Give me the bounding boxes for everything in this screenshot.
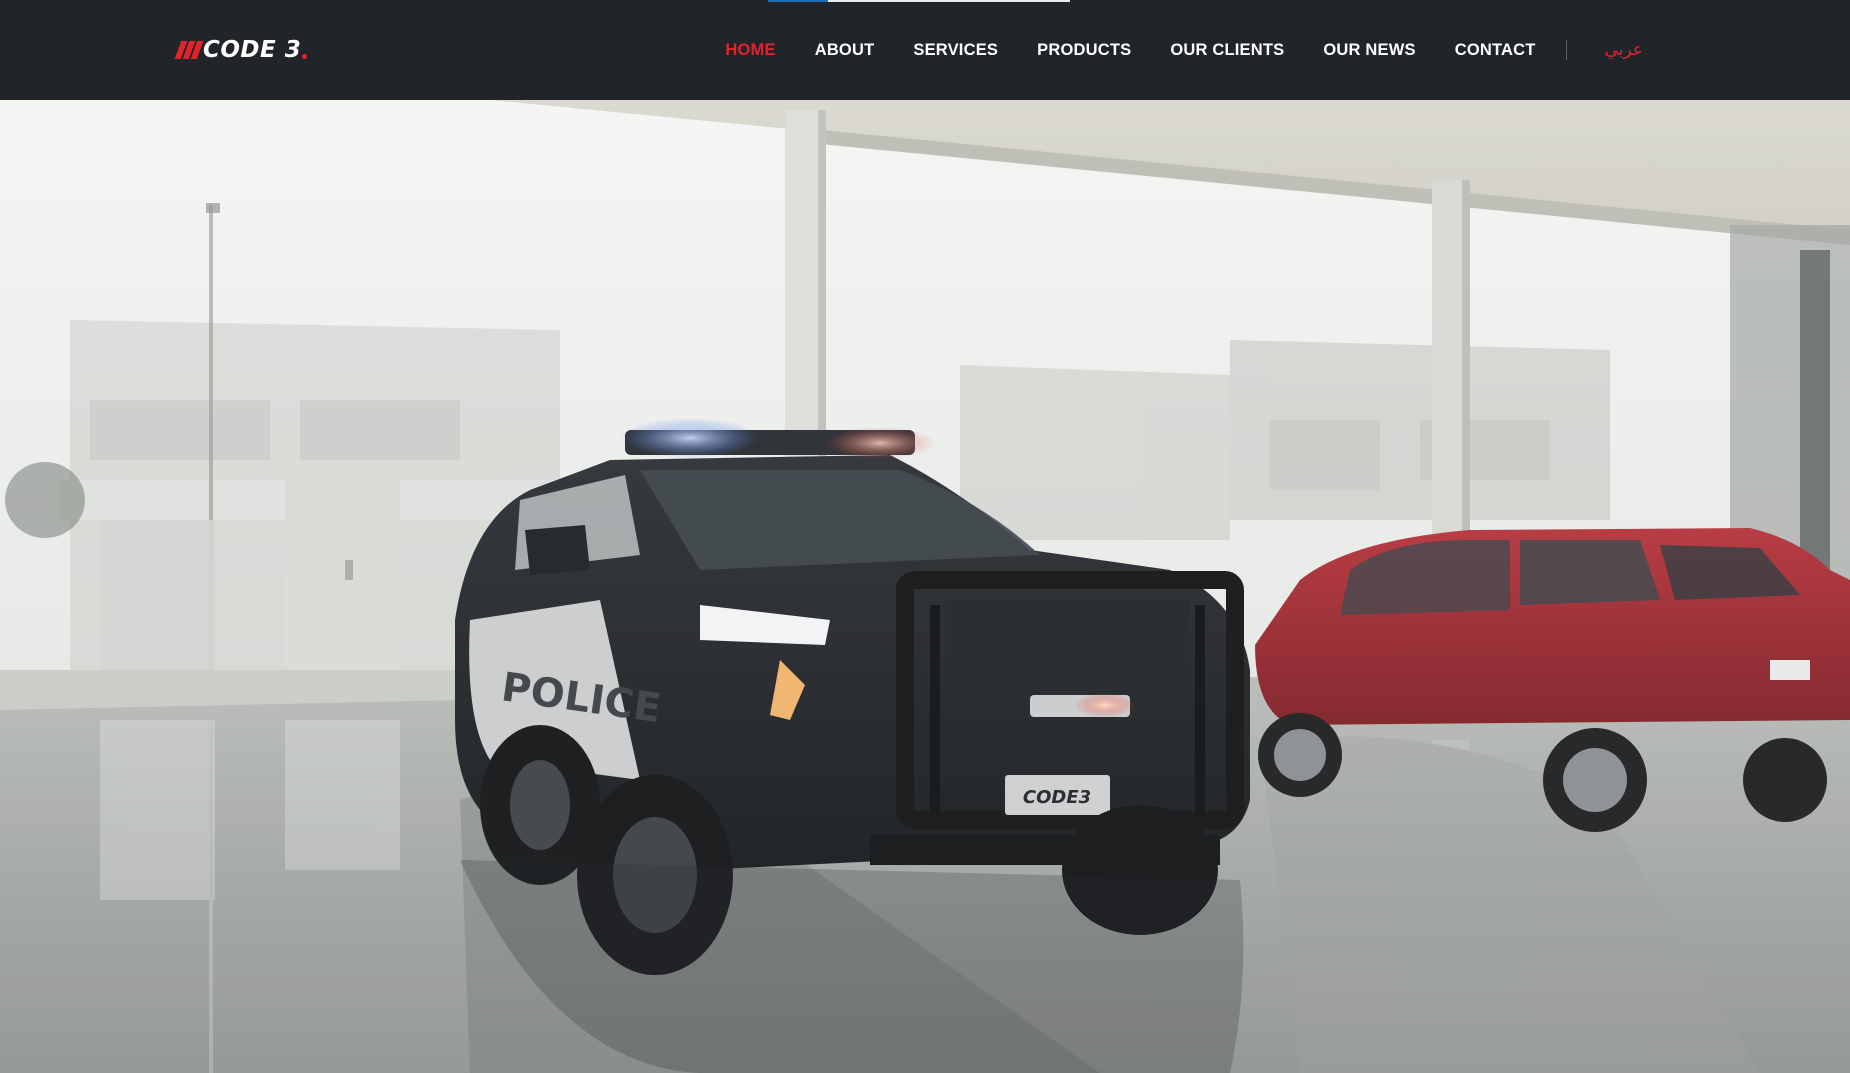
nav-item-about[interactable]: ABOUT [815,41,875,60]
logo-stripes-icon [174,41,204,59]
hero-video[interactable]: POLICE CODE3 [0,100,1850,1073]
page: CODE 3 HOME ABOUT SERVICES PRODUCTS OUR … [0,0,1850,1073]
logo-text: CODE 3 [203,37,302,63]
nav-item-contact[interactable]: CONTACT [1455,41,1536,60]
nav-item-our-clients[interactable]: OUR CLIENTS [1170,41,1284,60]
nav-item-products[interactable]: PRODUCTS [1037,41,1131,60]
logo[interactable]: CODE 3 [174,37,308,63]
main-nav: HOME ABOUT SERVICES PRODUCTS OUR CLIENTS… [725,0,1643,100]
logo-dot-icon [302,53,308,59]
page-progress-fill [768,0,829,2]
page-progress-bar [768,0,1070,2]
nav-item-our-news[interactable]: OUR NEWS [1323,41,1415,60]
language-switch-link[interactable]: عربي [1605,40,1643,60]
site-header: CODE 3 HOME ABOUT SERVICES PRODUCTS OUR … [0,0,1850,100]
nav-item-services[interactable]: SERVICES [913,41,998,60]
nav-item-home[interactable]: HOME [725,41,775,60]
hero-video-frame: POLICE CODE3 [0,100,1850,1073]
nav-divider [1565,40,1567,60]
